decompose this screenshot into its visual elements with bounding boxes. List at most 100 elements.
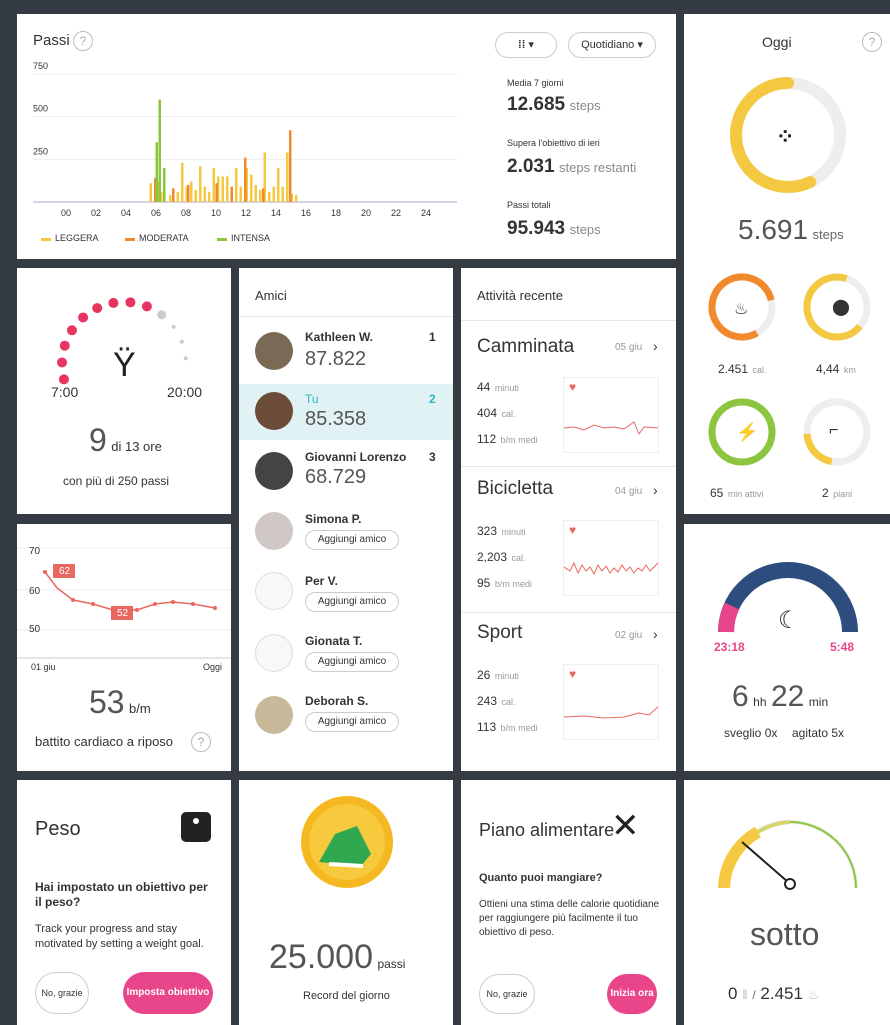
activity-item-bicicletta[interactable]: Bicicletta 04 giu › 323 minuti 2,203 cal… xyxy=(461,468,676,612)
record-unit: passi xyxy=(377,957,406,971)
hourly-of: di 13 ore xyxy=(111,439,162,454)
activity-bpm: 113 b/m medi xyxy=(477,720,538,734)
add-friend-button[interactable]: Aggiungi amico xyxy=(305,712,399,732)
map-pin-icon: ⬤ xyxy=(832,299,850,316)
record-value-row: 25.000 passi xyxy=(269,938,405,977)
x-tick-label: 08 xyxy=(181,208,191,218)
activity-filter-button[interactable]: ⁞⁞ ▾ xyxy=(495,32,557,58)
avg-value-row: 12.685 steps xyxy=(507,94,601,116)
total-value-row: 95.943 steps xyxy=(507,218,601,240)
no-thanks-button[interactable]: No, grazie xyxy=(35,972,89,1014)
hourly-activity-card[interactable]: Ÿ 7:00 20:00 9 di 13 ore con più di 250 … xyxy=(17,268,231,514)
calories-row: 2.451 cal. xyxy=(718,360,767,378)
period-select-label: Quotidiano xyxy=(581,39,635,51)
goal-value-row: 2.031 steps restanti xyxy=(507,156,636,178)
bar-leggera xyxy=(268,191,271,202)
activity-heart-graph xyxy=(563,377,659,453)
legend-label: MODERATA xyxy=(139,233,189,243)
heart-rate-card[interactable]: 70 60 50 62 52 01 giu Oggi 53 b/m battit… xyxy=(17,524,231,771)
chevron-right-icon: › xyxy=(653,482,658,498)
period-select[interactable]: Quotidiano ▾ xyxy=(568,32,656,58)
sleep-awake: sveglio 0x xyxy=(724,726,778,740)
sleep-minutes: 22 xyxy=(770,680,805,713)
heart-icon: ♥ xyxy=(569,523,577,537)
bar-leggera xyxy=(169,195,172,202)
sleep-card[interactable]: ☾ 23:18 5:48 6 hh 22 min sveglio 0x agit… xyxy=(684,524,890,771)
sleep-hours: 6 xyxy=(732,680,749,713)
x-tick-label: 10 xyxy=(211,208,221,218)
heart-icon: ♥ xyxy=(569,667,577,681)
x-tick-label: 06 xyxy=(151,208,161,218)
add-friend-button[interactable]: Aggiungi amico xyxy=(305,652,399,672)
sleep-restless: agitato 5x xyxy=(792,726,845,740)
calories-value: 2.451 xyxy=(718,362,749,376)
x-tick-label: 22 xyxy=(391,208,401,218)
legend-label: INTENSA xyxy=(231,233,271,243)
start-now-button[interactable]: Inizia ora xyxy=(607,974,657,1014)
today-help-icon[interactable]: ? xyxy=(862,32,882,52)
food-title: Piano alimentare xyxy=(479,820,615,840)
calorie-balance-card[interactable]: sotto 0 ‖ / 2.451 ♨ xyxy=(684,780,890,1025)
bar-leggera xyxy=(281,186,284,202)
avg-label: Media 7 giorni xyxy=(507,78,564,88)
hourly-value: 9 xyxy=(89,422,107,458)
friend-steps: 87.822 xyxy=(305,348,367,370)
activity-cal: 2,203 cal. xyxy=(477,550,526,564)
activity-bpm: 95 b/m medi xyxy=(477,576,532,590)
x-tick-label: 02 xyxy=(91,208,101,218)
friend-row-you[interactable]: Tu 85.358 2 xyxy=(239,384,453,440)
activity-heart-graph xyxy=(563,664,659,740)
heart-label-high: 62 xyxy=(59,566,71,577)
bar-intensa xyxy=(155,142,158,202)
heart-icon: ♥ xyxy=(569,380,577,394)
goal-unit: steps restanti xyxy=(559,160,637,175)
set-goal-button[interactable]: Imposta obiettivo xyxy=(123,972,213,1014)
bar-moderata xyxy=(289,130,292,202)
add-friend-button[interactable]: Aggiungi amico xyxy=(305,592,399,612)
friend-row-giovanni[interactable]: Giovanni Lorenzo 68.729 3 xyxy=(239,444,453,500)
bar-leggera xyxy=(235,167,238,202)
record-card[interactable]: 25.000 passi Record del giorno xyxy=(239,780,453,1025)
bar-leggera xyxy=(259,190,262,202)
activity-item-camminata[interactable]: Camminata 05 giu › 44 minuti 404 cal. 11… xyxy=(461,322,676,466)
friend-steps: 85.358 xyxy=(305,408,367,430)
goal-label: Supera l'obiettivo di ieri xyxy=(507,138,600,148)
bar-leggera xyxy=(239,186,242,202)
total-unit: steps xyxy=(569,222,601,237)
x-tick-label: 24 xyxy=(421,208,431,218)
friend-row-kathleen[interactable]: Kathleen W. 87.822 1 xyxy=(239,322,453,382)
hour-dot-inactive xyxy=(171,324,176,329)
activity-item-sport[interactable]: Sport 02 giu › 26 minuti 243 cal. 113 b/… xyxy=(461,614,676,764)
bar-moderata xyxy=(187,184,190,202)
active-unit: min attivi xyxy=(727,489,764,499)
bar-moderata xyxy=(262,188,265,202)
distance-row: 4,44 km xyxy=(816,360,856,378)
food-body: Ottieni una stima delle calorie quotidia… xyxy=(479,899,660,938)
total-label: Passi totali xyxy=(507,200,551,210)
bar-leggera xyxy=(190,181,193,202)
hour-dot-active xyxy=(58,374,69,385)
flame-icon: ♨ xyxy=(734,301,749,318)
friend-name: Deborah S. xyxy=(305,694,369,708)
bolt-icon: ⚡ xyxy=(736,422,759,442)
active-value: 65 xyxy=(710,486,724,500)
record-value: 25.000 xyxy=(269,938,373,976)
no-thanks-button[interactable]: No, grazie xyxy=(479,974,535,1014)
legend-swatch xyxy=(125,238,135,241)
avg-unit: steps xyxy=(569,98,601,113)
divider xyxy=(461,466,676,467)
floors-ring[interactable] xyxy=(799,394,879,474)
avatar xyxy=(255,512,293,550)
friend-suggestion-simona: Simona P. Aggiungi amico xyxy=(239,506,453,564)
heart-help-icon[interactable]: ? xyxy=(191,732,211,752)
add-friend-button[interactable]: Aggiungi amico xyxy=(305,530,399,550)
activity-bpm: 112 b/m medi xyxy=(477,432,538,446)
active-row: 65 min attivi xyxy=(710,484,763,502)
bar-leggera xyxy=(272,186,275,202)
x-tick-label: 20 xyxy=(361,208,371,218)
sleep-end: 5:48 xyxy=(830,640,855,654)
friend-rank: 1 xyxy=(429,330,436,344)
avatar xyxy=(255,332,293,370)
weight-title: Peso xyxy=(35,818,81,840)
calories-unit: cal. xyxy=(752,365,767,375)
